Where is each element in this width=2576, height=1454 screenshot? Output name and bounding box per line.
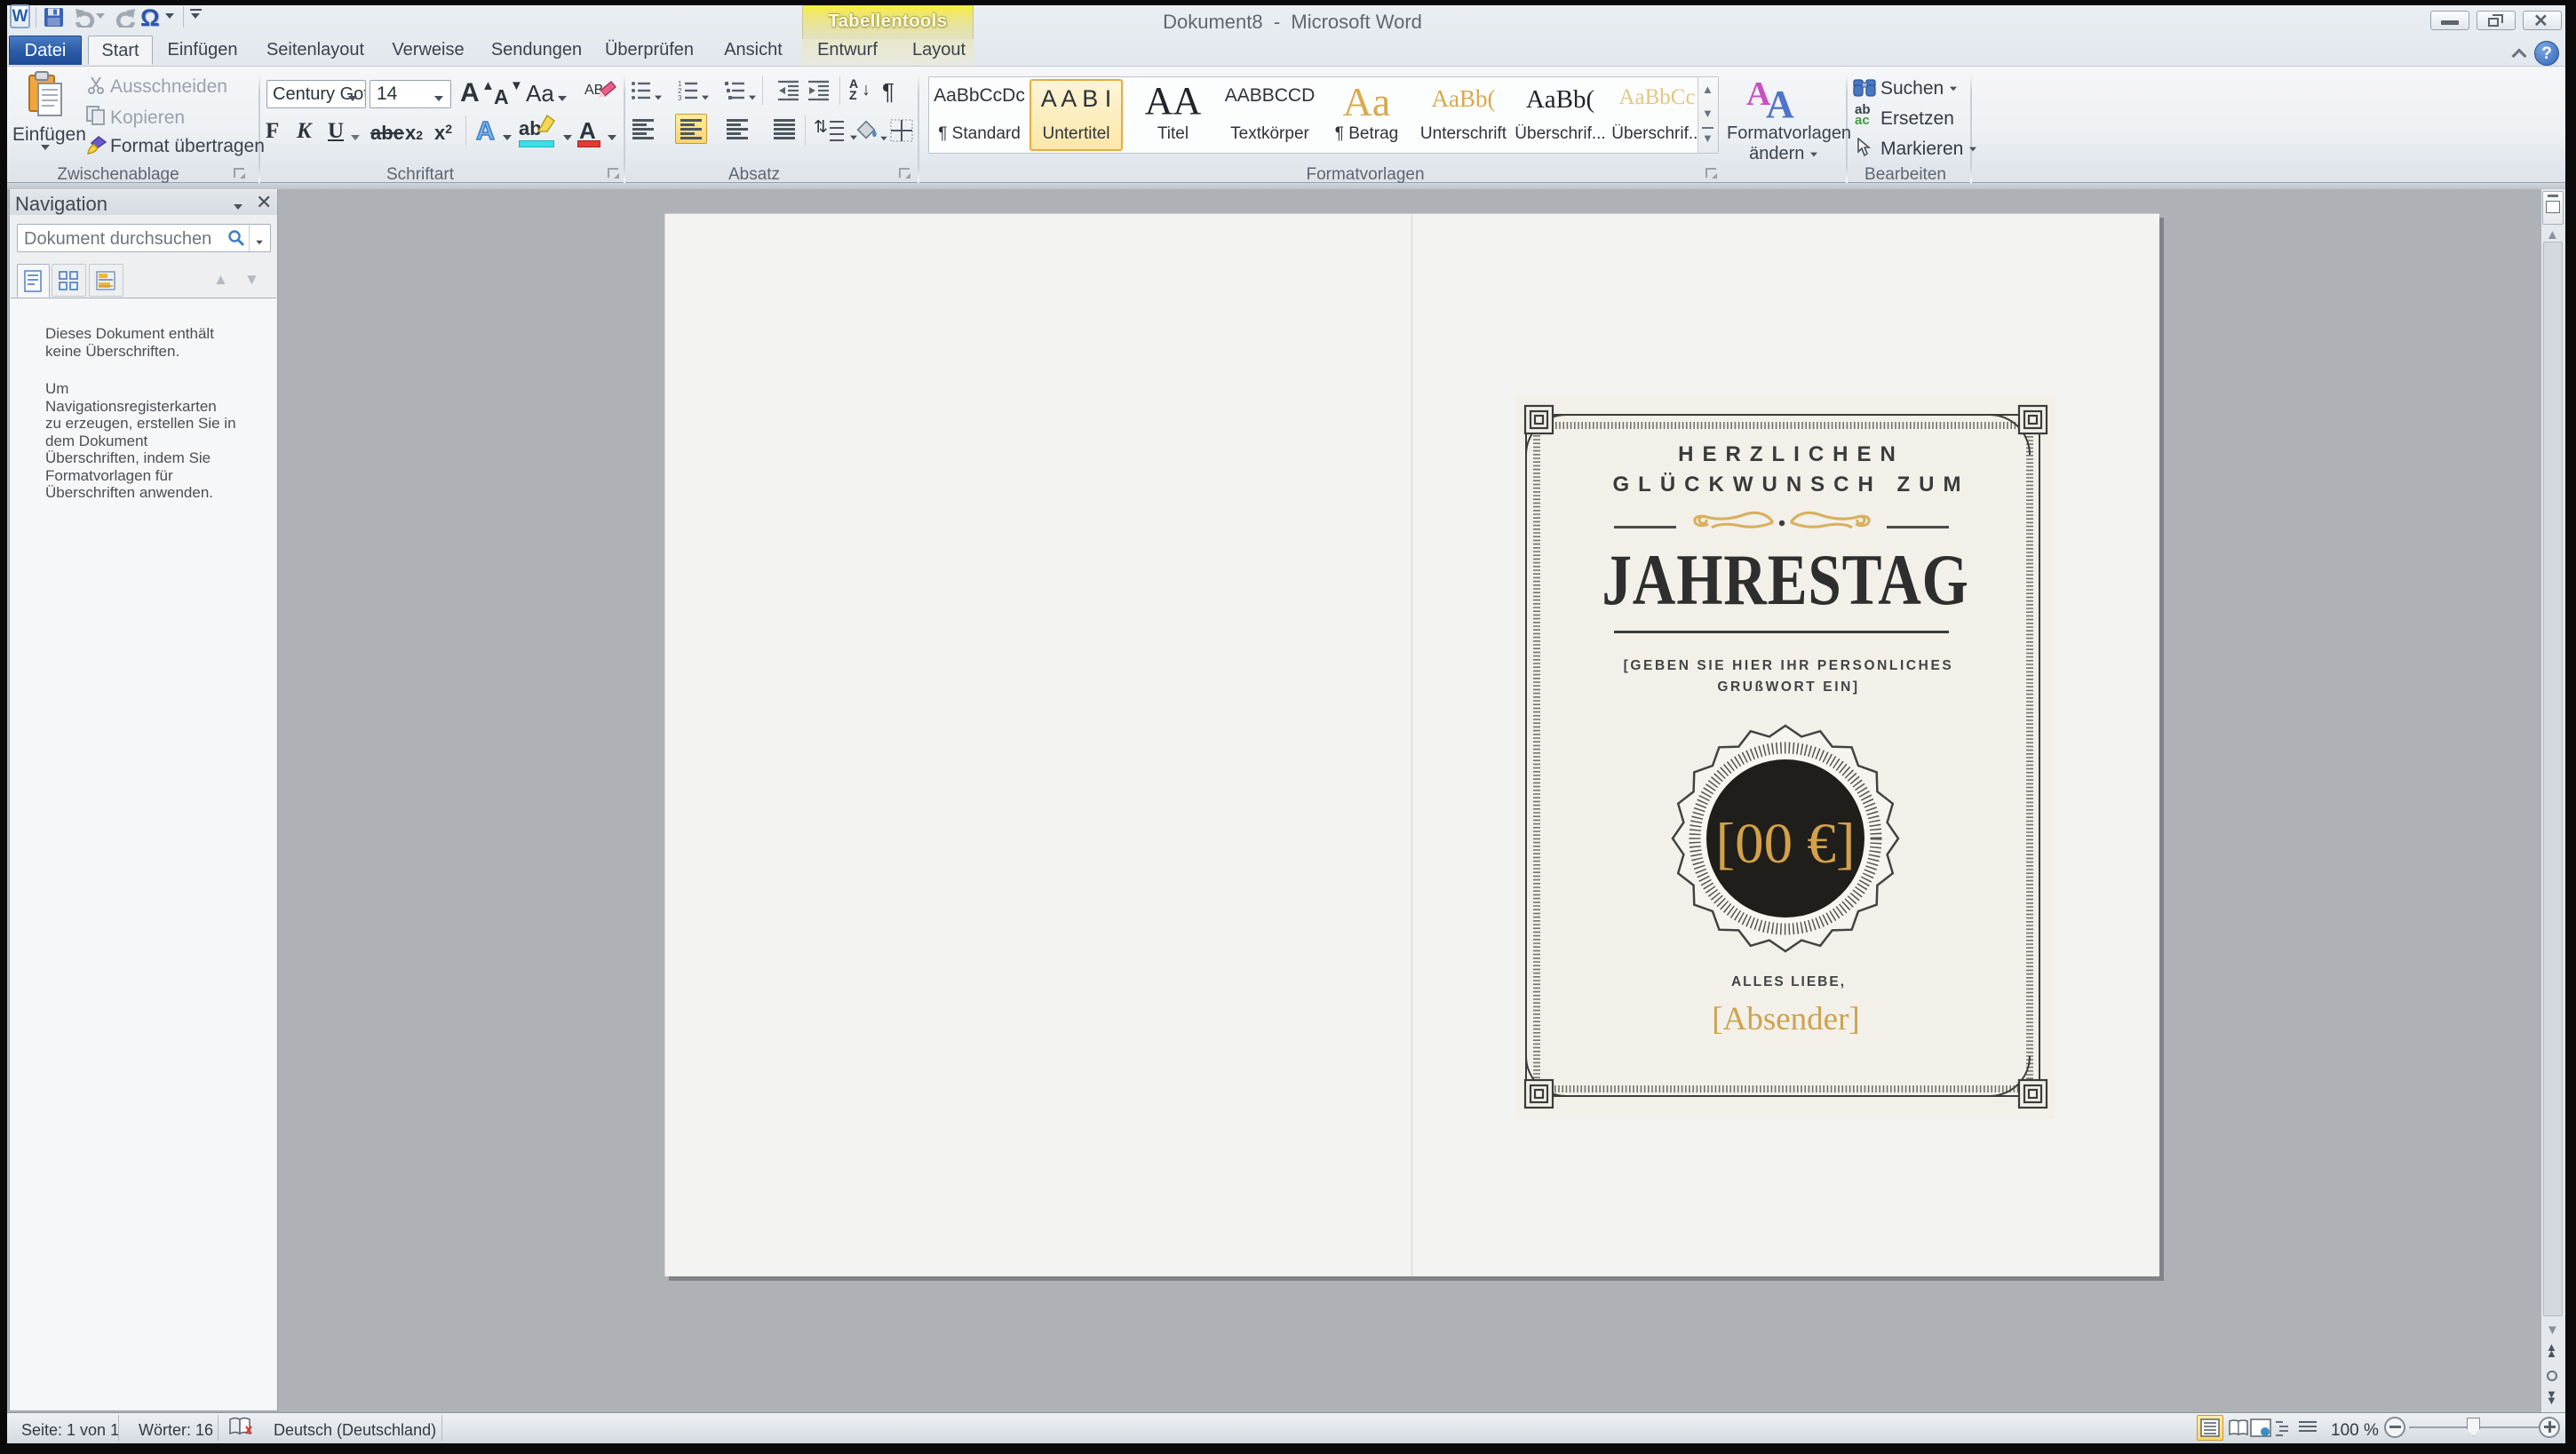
svg-text:3: 3 bbox=[678, 94, 682, 101]
